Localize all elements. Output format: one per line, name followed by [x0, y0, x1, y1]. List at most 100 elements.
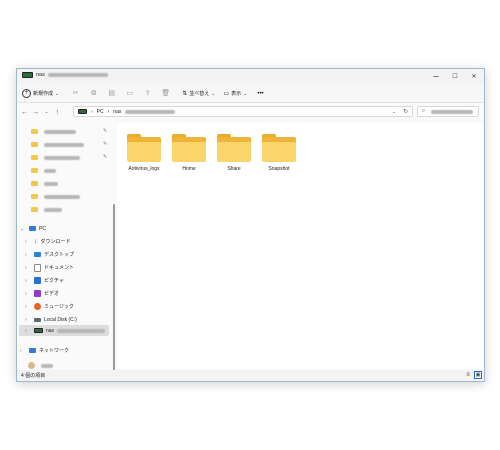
- sidebar-item-downloads[interactable]: › ↓ ダウンロード: [25, 236, 71, 247]
- new-button[interactable]: + 新規作成 ⌄: [22, 89, 59, 98]
- drive-icon: [78, 109, 87, 114]
- item-count: 4 個の項目: [21, 373, 46, 379]
- quick-access-item[interactable]: [31, 165, 56, 176]
- redacted-text: [44, 155, 80, 160]
- address-dropdown-icon[interactable]: ⌄: [392, 109, 396, 115]
- sidebar-scrollbar[interactable]: [113, 204, 115, 372]
- folder-icon: [31, 181, 38, 186]
- cut-icon[interactable]: ✂: [71, 89, 80, 98]
- redacted-text: [44, 168, 56, 173]
- address-bar[interactable]: › PC › nas ⌄ ↻: [73, 106, 413, 117]
- view-icon: ▭: [223, 91, 230, 97]
- sidebar-item-local-disk[interactable]: › Local Disk (C:): [25, 314, 77, 325]
- sidebar-network-label: ネットワーク: [39, 348, 70, 354]
- up-arrow-icon[interactable]: ↑: [52, 109, 63, 116]
- redacted-text: [57, 328, 106, 333]
- sidebar-item-label: Local Disk (C:): [44, 316, 77, 323]
- more-options-button[interactable]: •••: [257, 91, 263, 97]
- plus-circle-icon: +: [22, 89, 31, 98]
- sidebar-item-pictures[interactable]: › ピクチャ: [25, 275, 64, 286]
- sort-button-label: 並べ替え: [189, 91, 210, 97]
- redacted-text: [431, 109, 474, 114]
- user-folder-icon: [28, 362, 35, 369]
- chevron-right-icon[interactable]: ›: [25, 328, 31, 334]
- sidebar-item-documents[interactable]: › ドキュメント: [25, 262, 74, 273]
- sidebar-item-nas[interactable]: › nas: [25, 325, 106, 336]
- minimize-button[interactable]: ─: [427, 69, 445, 85]
- chevron-right-icon[interactable]: ›: [25, 252, 31, 258]
- copy-icon[interactable]: ⧉: [89, 89, 98, 98]
- sidebar-item-music[interactable]: › ミュージック: [25, 301, 74, 312]
- share-icon[interactable]: ⇪: [143, 89, 152, 98]
- quick-access-item[interactable]: [31, 152, 80, 163]
- pc-icon: [29, 226, 36, 231]
- tiles-view-icon[interactable]: ▣: [474, 371, 482, 379]
- folder-item[interactable]: Antivirus_logs: [122, 134, 166, 172]
- navigation-pane: ✎ ✎ ✎ ⌄ PC › ↓ ダウンロード › デスクトップ › ドキュメント …: [17, 123, 113, 369]
- network-icon: [29, 348, 36, 353]
- folder-item[interactable]: Snapshot: [257, 134, 301, 172]
- sidebar-pc-label: PC: [39, 225, 46, 232]
- sidebar-item-desktop[interactable]: › デスクトップ: [25, 249, 74, 260]
- chevron-right-icon[interactable]: ›: [20, 348, 26, 354]
- music-icon: [34, 303, 41, 310]
- search-box[interactable]: ⌕: [417, 106, 479, 117]
- quick-access-item[interactable]: [31, 191, 80, 202]
- disk-icon: [34, 317, 41, 322]
- redacted-text: [125, 109, 176, 114]
- maximize-button[interactable]: ☐: [446, 69, 464, 85]
- folder-name: Share: [227, 166, 241, 172]
- breadcrumb-nas[interactable]: nas: [113, 109, 121, 115]
- chevron-right-icon[interactable]: ›: [25, 278, 31, 284]
- folder-name: Antivirus_logs: [128, 166, 160, 172]
- chevron-right-icon[interactable]: ›: [25, 317, 31, 323]
- quick-access-item[interactable]: [31, 178, 58, 189]
- chevron-down-icon: ⌄: [55, 90, 60, 97]
- quick-access-item[interactable]: [31, 139, 84, 150]
- view-button[interactable]: ▭ 表示 ⌄: [223, 90, 247, 98]
- sort-button[interactable]: ⇅ 並べ替え ⌄: [182, 90, 215, 98]
- navigation-bar: ← → ⌄ ↑ › PC › nas ⌄ ↻ ⌕: [17, 104, 484, 120]
- breadcrumb-pc[interactable]: PC: [97, 109, 104, 115]
- paste-icon[interactable]: ▤: [107, 89, 116, 98]
- command-bar: + 新規作成 ⌄ ✂ ⧉ ▤ ▭ ⇪ 🗑 ⇅ 並べ替え ⌄ ▭ 表示 ⌄ •••: [17, 85, 484, 103]
- nas-drive-icon: [22, 72, 33, 78]
- folder-icon: [172, 134, 206, 162]
- sidebar-item-label: nas: [46, 327, 55, 334]
- forward-arrow-icon[interactable]: →: [30, 109, 41, 116]
- folder-icon: [127, 134, 161, 162]
- details-view-icon[interactable]: ≡: [464, 371, 472, 379]
- search-icon: ⌕: [422, 108, 426, 114]
- chevron-right-icon[interactable]: ›: [25, 239, 31, 245]
- redacted-text: [41, 363, 53, 368]
- picture-icon: [34, 277, 41, 284]
- folder-icon: [31, 142, 38, 147]
- sidebar-item-label: ビデオ: [44, 291, 60, 297]
- close-button[interactable]: ✕: [465, 69, 483, 85]
- window-title: nas: [22, 72, 108, 78]
- chevron-right-icon[interactable]: ›: [25, 304, 31, 310]
- delete-icon[interactable]: 🗑: [161, 89, 170, 98]
- sidebar-item-label: ピクチャ: [44, 278, 64, 284]
- quick-access-item[interactable]: [31, 204, 62, 215]
- nas-drive-icon: [34, 328, 43, 333]
- rename-icon[interactable]: ▭: [125, 89, 134, 98]
- breadcrumb-separator: ›: [107, 108, 110, 115]
- chevron-right-icon[interactable]: ›: [25, 291, 31, 297]
- chevron-right-icon[interactable]: ›: [25, 265, 31, 271]
- sidebar-item-network[interactable]: › ネットワーク: [20, 345, 69, 356]
- folder-icon: [31, 155, 38, 160]
- document-icon: [34, 263, 41, 272]
- chevron-down-icon[interactable]: ⌄: [20, 226, 26, 232]
- view-button-label: 表示: [231, 91, 242, 97]
- folder-name: Home: [182, 166, 196, 172]
- redacted-text: [47, 73, 108, 77]
- refresh-icon[interactable]: ↻: [403, 108, 408, 115]
- sidebar-item-pc[interactable]: ⌄ PC: [20, 223, 46, 234]
- sidebar-item-videos[interactable]: › ビデオ: [25, 288, 59, 299]
- folder-item[interactable]: Home: [167, 134, 211, 172]
- folder-item[interactable]: Share: [212, 134, 256, 172]
- recent-chevron-icon[interactable]: ⌄: [41, 109, 52, 115]
- back-arrow-icon[interactable]: ←: [19, 109, 30, 116]
- quick-access-item[interactable]: [31, 126, 76, 137]
